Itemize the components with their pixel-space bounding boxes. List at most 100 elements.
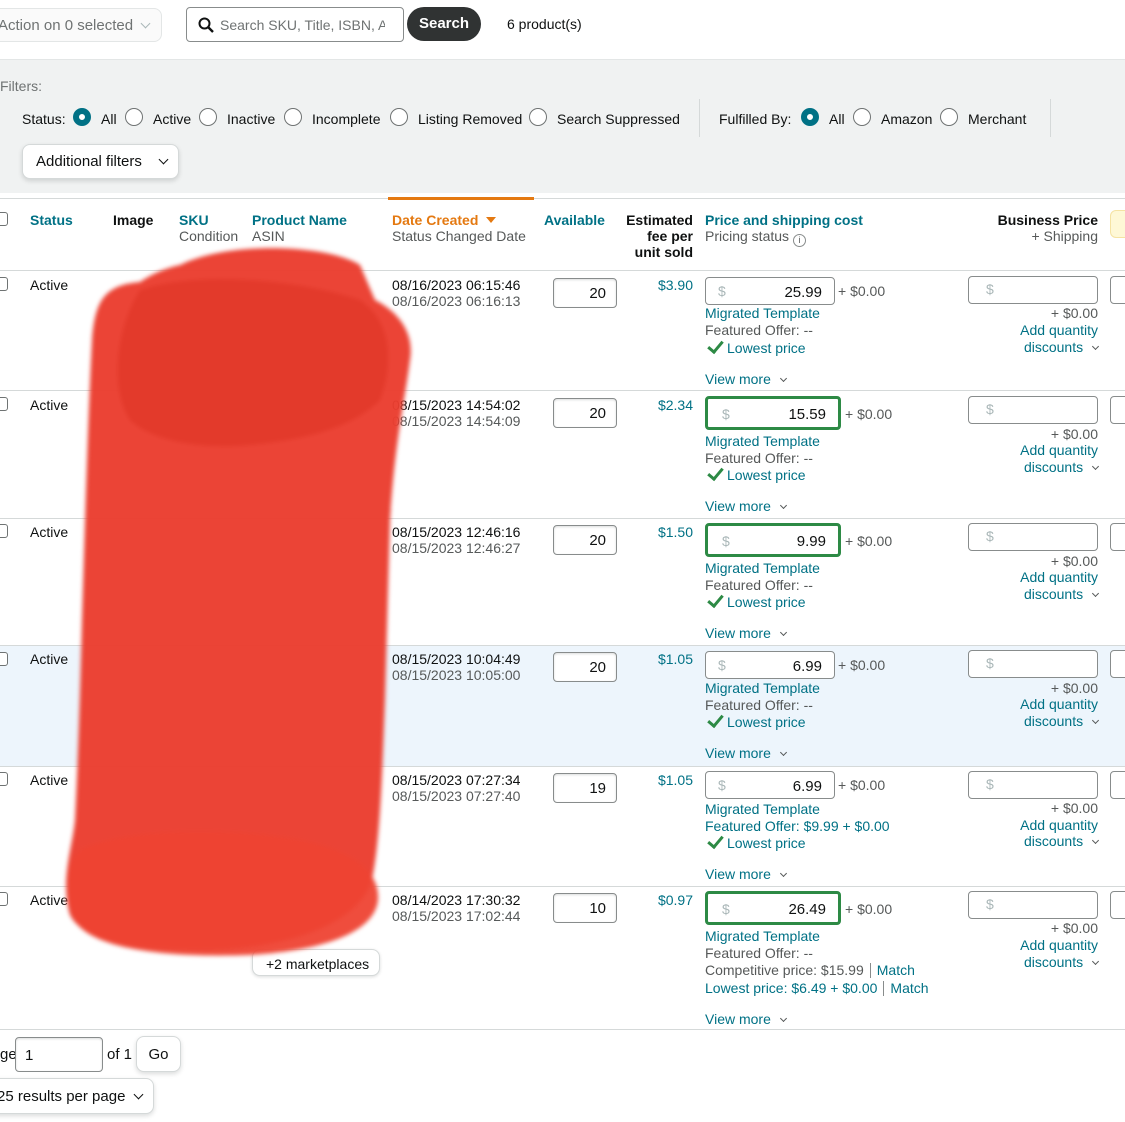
match-competitive-link[interactable]: Match [877, 962, 915, 978]
status-radio-active[interactable] [125, 108, 143, 126]
view-more-link[interactable]: View more [705, 498, 787, 514]
available-quantity-input[interactable]: 10 [553, 893, 617, 923]
status-radio-search-suppressed[interactable] [529, 108, 547, 126]
currency-symbol: $ [722, 533, 730, 549]
available-quantity-input[interactable]: 20 [553, 652, 617, 682]
column-date-created[interactable]: Date Created [392, 212, 497, 228]
row-date-created: 08/15/2023 10:04:49 [392, 651, 521, 667]
row-checkbox[interactable] [0, 397, 8, 411]
view-more-link[interactable]: View more [705, 745, 787, 761]
fulfilled-radio-all[interactable] [801, 108, 819, 126]
row-fee[interactable]: $1.05 [658, 651, 693, 667]
pricing-template[interactable]: Migrated Template [705, 560, 820, 576]
view-more-link[interactable]: View more [705, 625, 787, 641]
business-price-input[interactable]: $ [968, 523, 1098, 551]
row-checkbox[interactable] [0, 772, 8, 786]
row-status-changed: 08/15/2023 14:54:09 [392, 413, 521, 429]
row-status-changed: 08/15/2023 07:27:40 [392, 788, 521, 804]
view-more-link[interactable]: View more [705, 371, 787, 387]
business-shipping: + $0.00 [1050, 680, 1098, 696]
chevron-down-icon [133, 1089, 144, 1100]
column-price[interactable]: Price and shipping cost [705, 212, 863, 228]
price-input[interactable]: $ 6.99 [705, 771, 835, 799]
row-fee[interactable]: $2.34 [658, 397, 693, 413]
pricing-template[interactable]: Migrated Template [705, 305, 820, 321]
available-quantity-input[interactable]: 20 [553, 525, 617, 555]
bulk-action-dropdown[interactable]: Action on 0 selected [0, 8, 162, 42]
discounts-toggle[interactable]: discounts [1024, 954, 1100, 970]
price-input[interactable]: $ 9.99 [705, 523, 841, 557]
price-input[interactable]: $ 26.49 [705, 891, 841, 925]
status-radio-incomplete[interactable] [284, 108, 302, 126]
next-column-input[interactable] [1110, 891, 1125, 919]
info-icon[interactable]: i [792, 234, 806, 247]
discounts-toggle[interactable]: discounts [1024, 339, 1100, 355]
additional-filters-button[interactable]: Additional filters [22, 144, 179, 179]
row-status: Active [30, 651, 69, 667]
go-button[interactable]: Go [136, 1036, 181, 1072]
row-checkbox[interactable] [0, 892, 8, 906]
page-number-input[interactable]: 1 [15, 1037, 103, 1072]
add-quantity-discounts-link[interactable]: Add quantity [1020, 817, 1098, 833]
available-quantity-input[interactable]: 19 [553, 773, 617, 803]
pricing-template[interactable]: Migrated Template [705, 680, 820, 696]
pricing-template[interactable]: Migrated Template [705, 801, 820, 817]
business-price-input[interactable]: $ [968, 276, 1098, 304]
currency-symbol: $ [718, 777, 726, 793]
add-quantity-discounts-link[interactable]: Add quantity [1020, 442, 1098, 458]
match-lowest-link[interactable]: Match [890, 980, 928, 996]
marketplaces-button[interactable]: +2 marketplaces [252, 949, 380, 976]
next-column-input[interactable] [1110, 650, 1125, 678]
search-input[interactable]: Search SKU, Title, ISBN, AS [186, 7, 404, 42]
select-all-checkbox[interactable] [0, 212, 8, 226]
price-input[interactable]: $ 15.59 [705, 396, 841, 430]
chevron-down-icon [1091, 716, 1100, 725]
discounts-toggle[interactable]: discounts [1024, 833, 1100, 849]
view-more-link[interactable]: View more [705, 866, 787, 882]
search-button[interactable]: Search [407, 7, 481, 41]
row-checkbox[interactable] [0, 524, 8, 538]
discounts-toggle[interactable]: discounts [1024, 586, 1100, 602]
price-input[interactable]: $ 6.99 [705, 651, 835, 679]
price-input[interactable]: $ 25.99 [705, 277, 835, 305]
discounts-toggle[interactable]: discounts [1024, 713, 1100, 729]
add-quantity-discounts-link[interactable]: Add quantity [1020, 937, 1098, 953]
status-radio-listing-removed[interactable] [390, 108, 408, 126]
view-more-link[interactable]: View more [705, 1011, 787, 1027]
status-radio-all[interactable] [73, 108, 91, 126]
row-fee[interactable]: $0.97 [658, 892, 693, 908]
pricing-template[interactable]: Migrated Template [705, 433, 820, 449]
column-sku[interactable]: SKU [179, 212, 209, 228]
next-column-input[interactable] [1110, 396, 1125, 424]
lowest-price-status: Lowest price [727, 835, 806, 851]
add-quantity-discounts-link[interactable]: Add quantity [1020, 569, 1098, 585]
pricing-template[interactable]: Migrated Template [705, 928, 820, 944]
row-fee[interactable]: $3.90 [658, 277, 693, 293]
status-radio-inactive[interactable] [199, 108, 217, 126]
available-quantity-input[interactable]: 20 [553, 278, 617, 308]
row-fee[interactable]: $1.50 [658, 524, 693, 540]
next-column-input[interactable] [1110, 276, 1125, 304]
column-product-name[interactable]: Product Name [252, 212, 347, 228]
add-quantity-discounts-link[interactable]: Add quantity [1020, 696, 1098, 712]
column-status[interactable]: Status [30, 212, 73, 228]
business-price-input[interactable]: $ [968, 396, 1098, 424]
column-available[interactable]: Available [544, 212, 605, 228]
business-price-input[interactable]: $ [968, 891, 1098, 919]
available-quantity-input[interactable]: 20 [553, 398, 617, 428]
price-value: 26.49 [788, 901, 826, 918]
row-checkbox[interactable] [0, 652, 8, 666]
next-column-input[interactable] [1110, 771, 1125, 799]
business-price-input[interactable]: $ [968, 650, 1098, 678]
row-fee[interactable]: $1.05 [658, 772, 693, 788]
fulfilled-radio-merchant[interactable] [940, 108, 958, 126]
featured-offer[interactable]: Featured Offer: $9.99 + $0.00 [705, 818, 890, 834]
add-quantity-discounts-link[interactable]: Add quantity [1020, 322, 1098, 338]
next-column-input[interactable] [1110, 523, 1125, 551]
results-per-page-dropdown[interactable]: 25 results per page [0, 1078, 154, 1114]
business-price-input[interactable]: $ [968, 771, 1098, 799]
currency-symbol: $ [718, 283, 726, 299]
fulfilled-radio-amazon[interactable] [853, 108, 871, 126]
row-checkbox[interactable] [0, 277, 8, 291]
discounts-toggle[interactable]: discounts [1024, 459, 1100, 475]
